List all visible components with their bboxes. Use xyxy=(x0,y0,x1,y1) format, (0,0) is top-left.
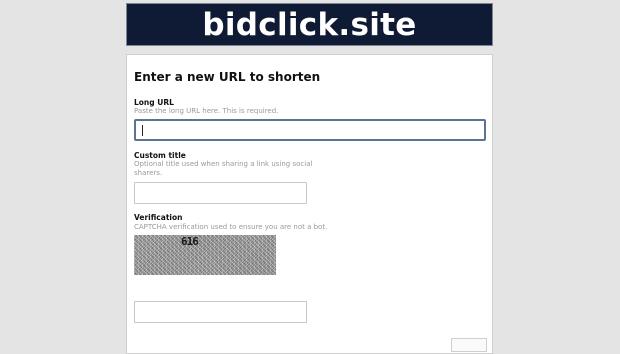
site-header: bidclick.site xyxy=(126,3,493,46)
verification-label: Verification xyxy=(134,213,183,222)
text-caret xyxy=(142,125,143,136)
site-title[interactable]: bidclick.site xyxy=(202,7,416,43)
verification-help: CAPTCHA verification used to ensure you … xyxy=(134,223,328,231)
submit-button[interactable] xyxy=(451,338,487,352)
custom-title-input[interactable] xyxy=(134,182,307,204)
captcha-text: 616 xyxy=(181,235,199,248)
captcha-image: 616 xyxy=(134,235,276,275)
shorten-form-panel: Enter a new URL to shorten Long URL Past… xyxy=(126,54,493,354)
long-url-label: Long URL xyxy=(134,98,174,107)
long-url-input[interactable] xyxy=(134,119,486,141)
form-heading: Enter a new URL to shorten xyxy=(134,70,321,84)
long-url-help: Paste the long URL here. This is require… xyxy=(134,107,279,115)
custom-title-help: Optional title used when sharing a link … xyxy=(134,160,313,177)
captcha-input[interactable] xyxy=(134,301,307,323)
custom-title-label: Custom title xyxy=(134,151,186,160)
